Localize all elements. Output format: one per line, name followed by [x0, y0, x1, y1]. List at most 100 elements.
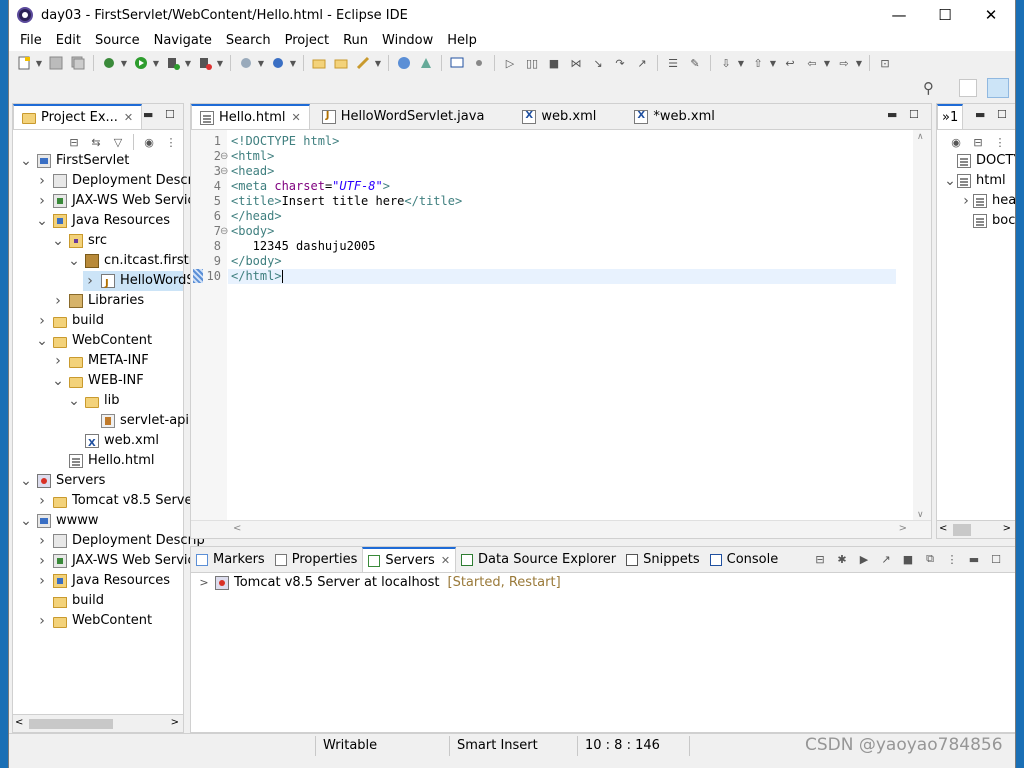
chevron-down-icon[interactable]: ⌄	[35, 211, 49, 231]
open-web-browser-icon[interactable]	[418, 55, 434, 71]
tree-item[interactable]: ⌄ wwww	[19, 511, 98, 531]
close-icon[interactable]: ✕	[291, 111, 300, 124]
chevron-up-icon[interactable]: ∧	[917, 132, 924, 142]
collapse-all-icon[interactable]: ⊟	[812, 551, 828, 567]
menu-edit[interactable]: Edit	[49, 33, 88, 48]
tab-editor-2[interactable]: HelloWordServlet.java	[314, 104, 493, 129]
next-annotation-icon[interactable]: ⇩	[718, 55, 734, 71]
chevron-down-icon[interactable]: ▼	[216, 55, 224, 71]
chevron-right-icon[interactable]: ›	[35, 611, 49, 631]
stop-server-icon[interactable]	[197, 55, 213, 71]
maximize-view-icon[interactable]: ☐	[165, 108, 175, 121]
outline-item[interactable]: boc	[959, 211, 1015, 231]
menu-file[interactable]: File	[13, 33, 49, 48]
chevron-right-icon[interactable]: ›	[51, 291, 65, 311]
menu-navigate[interactable]: Navigate	[147, 33, 219, 48]
chevron-down-icon[interactable]: ▼	[737, 55, 745, 71]
chevron-right-icon[interactable]: ›	[35, 171, 49, 191]
search-icon[interactable]: ⚲	[923, 79, 934, 97]
chevron-right-icon[interactable]: ›	[35, 311, 49, 331]
chevron-down-icon[interactable]: ⌄	[943, 171, 957, 191]
chevron-down-icon[interactable]: ▼	[769, 55, 777, 71]
open-resource-icon[interactable]	[333, 55, 349, 71]
show-whitespace-icon[interactable]: ☰	[665, 55, 681, 71]
link-with-editor-icon[interactable]: ⇆	[88, 134, 104, 150]
open-task-icon[interactable]	[355, 55, 371, 71]
tab-console[interactable]: Console	[705, 547, 784, 572]
minimize-view-icon[interactable]: ▬	[975, 108, 985, 121]
chevron-down-icon[interactable]: ▼	[35, 55, 43, 71]
terminate-icon[interactable]: ■	[546, 55, 562, 71]
collapse-all-icon[interactable]: ⊟	[66, 134, 82, 150]
team-icon[interactable]: ◉	[948, 134, 964, 150]
run-server-icon[interactable]	[165, 55, 181, 71]
stop-server-icon[interactable]: ■	[900, 551, 916, 567]
run-icon[interactable]	[133, 55, 149, 71]
tab-editor-4[interactable]: *web.xml	[626, 104, 722, 129]
fold-icon[interactable]: ⊖	[220, 164, 228, 179]
chevron-right-icon[interactable]: ›	[35, 531, 49, 551]
view-menu-icon[interactable]: ⋮	[163, 134, 179, 150]
tab-editor-3[interactable]: web.xml	[514, 104, 604, 129]
tab-outline-overflow[interactable]: »1	[937, 104, 964, 129]
chevron-left-icon[interactable]: <	[939, 523, 947, 534]
editor-h-scrollbar[interactable]: < >	[191, 520, 931, 538]
step-return-icon[interactable]: ↗	[634, 55, 650, 71]
tree-item[interactable]: › JAX-WS Web Servic	[35, 191, 195, 211]
view-menu-icon[interactable]: ⋮	[944, 551, 960, 567]
tree-item[interactable]: ⌄ src	[51, 231, 107, 251]
chevron-down-icon[interactable]: ⌄	[19, 471, 33, 491]
outline-item[interactable]: ⌄ html	[943, 171, 1006, 191]
tree-item[interactable]: servlet-api.j	[83, 411, 197, 431]
tree-item[interactable]: ⌄ lib	[67, 391, 119, 411]
save-all-icon[interactable]	[70, 55, 86, 71]
tree-item[interactable]: › Java Resources	[35, 571, 170, 591]
chevron-down-icon[interactable]: ⌄	[51, 371, 65, 391]
chevron-down-icon[interactable]: ▼	[257, 55, 265, 71]
tab-markers[interactable]: Markers	[191, 547, 270, 572]
start-server-icon[interactable]: ▶	[856, 551, 872, 567]
tree-item[interactable]: › META-INF	[51, 351, 149, 371]
outline-item[interactable]: DOCTY	[943, 151, 1015, 171]
menu-search[interactable]: Search	[219, 33, 278, 48]
tree-item[interactable]: › HelloWordS	[83, 271, 195, 294]
view-menu-icon[interactable]: ⋮	[992, 134, 1008, 150]
tree-item[interactable]: ⌄ Servers	[19, 471, 105, 491]
tree-item[interactable]: ⌄ cn.itcast.firstm	[67, 251, 201, 271]
menu-window[interactable]: Window	[375, 33, 440, 48]
chevron-right-icon[interactable]: >	[1003, 523, 1011, 534]
forward-icon[interactable]: ⇨	[836, 55, 852, 71]
back-icon[interactable]: ⇦	[804, 55, 820, 71]
tab-snippets[interactable]: Snippets	[621, 547, 704, 572]
close-button[interactable]: ✕	[968, 0, 1014, 30]
chevron-down-icon[interactable]: ▼	[374, 55, 382, 71]
globe-icon[interactable]	[396, 55, 412, 71]
tree-item[interactable]: › Tomcat v8.5 Server	[35, 491, 198, 511]
tree-item[interactable]: Hello.html	[51, 451, 154, 471]
fold-icon[interactable]: ⊖	[220, 224, 228, 239]
open-perspective-icon[interactable]	[959, 79, 977, 97]
collapse-all-icon[interactable]: ⊟	[970, 134, 986, 150]
status-insert-mode[interactable]: Smart Insert	[457, 738, 538, 753]
chevron-down-icon[interactable]: ▼	[855, 55, 863, 71]
chevron-right-icon[interactable]: ›	[35, 571, 49, 591]
java-ee-perspective-icon[interactable]	[987, 78, 1009, 98]
chevron-down-icon[interactable]: ⌄	[67, 251, 81, 271]
minimize-view-icon[interactable]: ▬	[143, 108, 153, 121]
editor-v-scrollbar[interactable]: ∧ ∨	[913, 130, 931, 522]
chevron-down-icon[interactable]: ▼	[184, 55, 192, 71]
tree-item[interactable]: ⌄ WebContent	[35, 331, 152, 351]
new-class-icon[interactable]	[270, 55, 286, 71]
tree-item[interactable]: ⌄ WEB-INF	[51, 371, 144, 391]
scroll-thumb[interactable]	[29, 719, 113, 729]
chevron-right-icon[interactable]: >	[197, 573, 211, 593]
chevron-down-icon[interactable]: ⌄	[67, 391, 81, 411]
chevron-right-icon[interactable]: ›	[83, 271, 97, 291]
tab-editor-1[interactable]: Hello.html ✕	[191, 104, 310, 129]
filter-icon[interactable]: ▽	[110, 134, 126, 150]
chevron-down-icon[interactable]: ▼	[152, 55, 160, 71]
profile-server-icon[interactable]: ↗	[878, 551, 894, 567]
chevron-down-icon[interactable]: ⌄	[19, 151, 33, 171]
new-server-icon[interactable]	[238, 55, 254, 71]
chevron-down-icon[interactable]: ▼	[823, 55, 831, 71]
